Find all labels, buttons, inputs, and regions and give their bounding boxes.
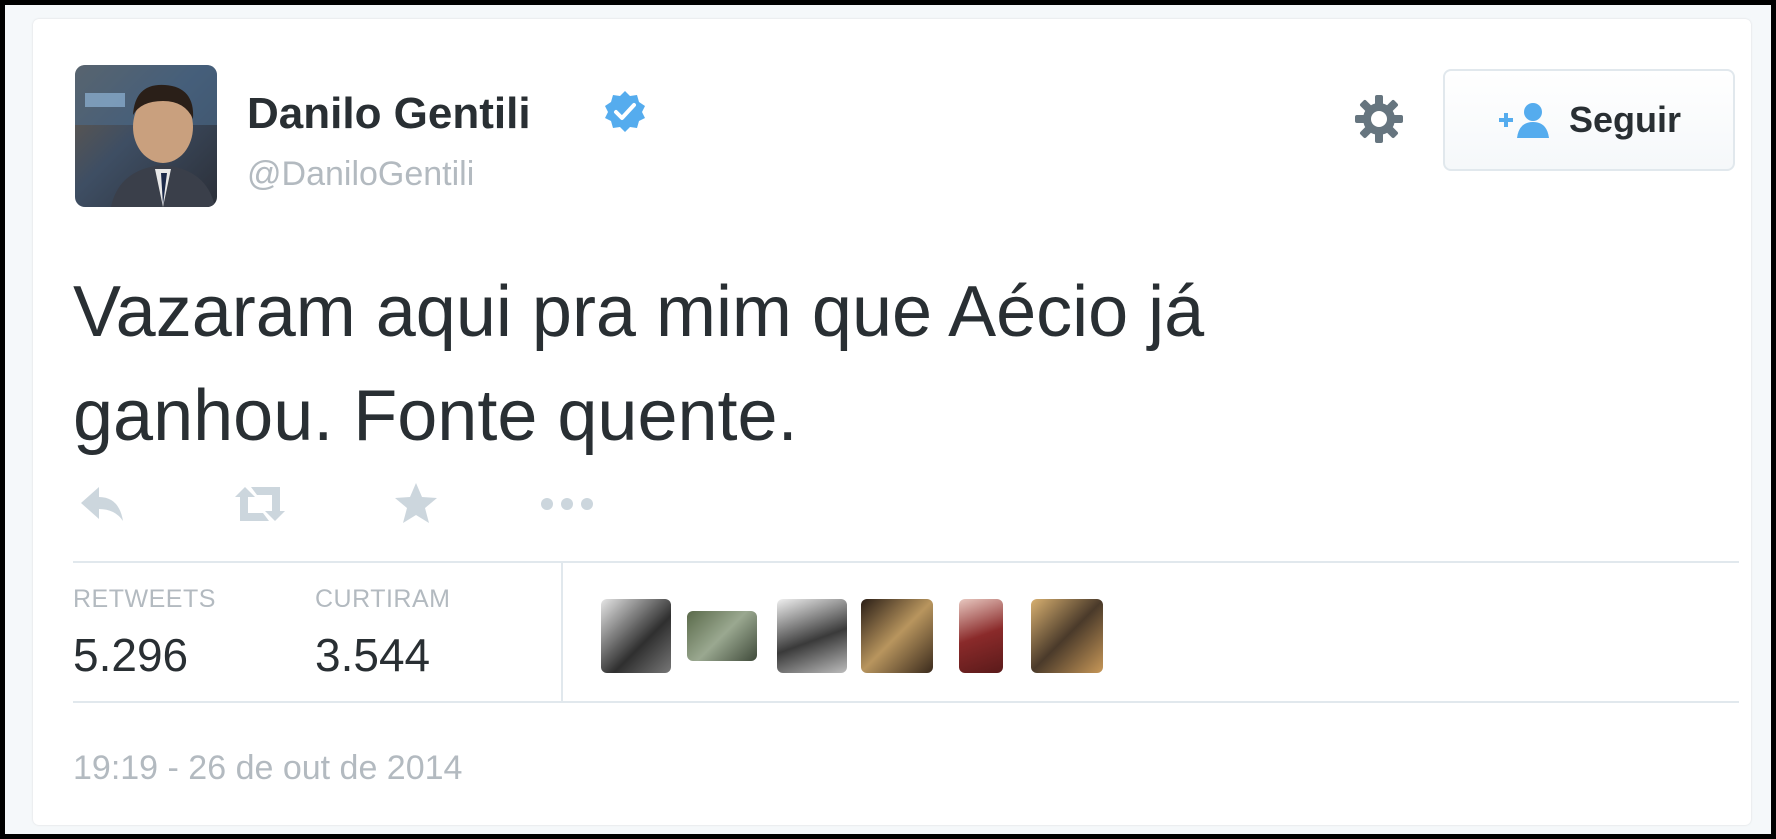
likes-count: 3.544 bbox=[315, 629, 431, 681]
divider bbox=[73, 701, 1739, 703]
likes-stat[interactable]: CURTIRAM 3.544 bbox=[315, 585, 450, 682]
add-user-icon bbox=[1498, 103, 1549, 138]
liker-avatar[interactable] bbox=[601, 599, 671, 673]
retweets-stat[interactable]: RETWEETS 5.296 bbox=[73, 585, 216, 682]
follow-label: Seguir bbox=[1568, 99, 1682, 140]
retweets-label: RETWEETS bbox=[73, 585, 216, 613]
liker-avatar[interactable] bbox=[1031, 599, 1103, 673]
liker-avatar[interactable] bbox=[687, 611, 757, 661]
tweet-text: Vazaram aqui pra mim que Aécio já ganhou… bbox=[73, 272, 1205, 456]
retweet-icon[interactable] bbox=[231, 479, 289, 529]
likes-label: CURTIRAM bbox=[315, 585, 451, 613]
reply-icon[interactable] bbox=[77, 479, 127, 529]
tweet-timestamp[interactable]: 19:19 - 26 de out de 2014 bbox=[73, 749, 462, 788]
follow-button[interactable]: Seguir bbox=[1443, 69, 1735, 171]
avatar[interactable] bbox=[75, 65, 217, 207]
more-icon[interactable] bbox=[537, 479, 597, 529]
stats-divider bbox=[561, 561, 563, 703]
liker-avatar[interactable] bbox=[959, 599, 1003, 673]
gear-icon[interactable] bbox=[1351, 91, 1407, 147]
verified-badge-icon bbox=[605, 91, 645, 132]
user-handle[interactable]: @DaniloGentili bbox=[247, 155, 474, 194]
favorite-icon[interactable] bbox=[393, 479, 439, 529]
user-name[interactable]: Danilo Gentili bbox=[247, 89, 531, 139]
liker-avatar[interactable] bbox=[861, 599, 933, 673]
screenshot-frame: Danilo Gentili @DaniloGentili Seguir Vaz… bbox=[0, 0, 1776, 839]
divider bbox=[73, 561, 1739, 563]
liker-avatar[interactable] bbox=[777, 599, 847, 673]
retweets-count: 5.296 bbox=[73, 629, 189, 681]
